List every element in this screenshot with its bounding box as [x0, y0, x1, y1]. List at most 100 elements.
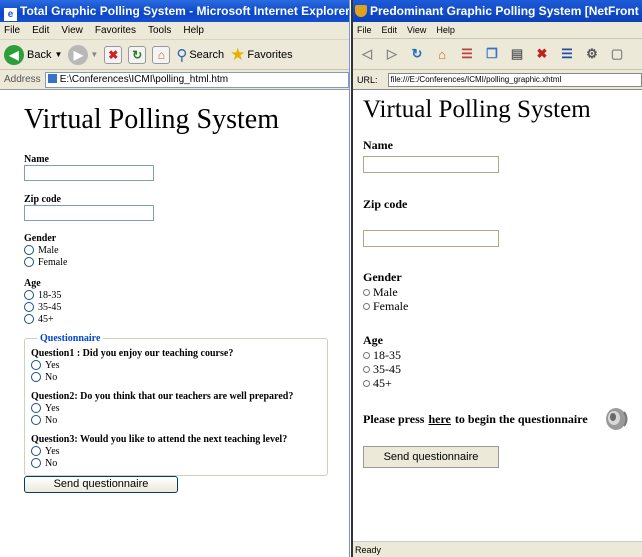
pages-icon[interactable]: ❐ [482, 44, 502, 64]
page-title: Virtual Polling System [363, 96, 591, 123]
option-label: No [45, 457, 58, 469]
age-18-35-radio[interactable]: 18-35 [24, 289, 349, 301]
gender-female-radio[interactable]: Female [363, 299, 642, 313]
netfront-logo-icon [355, 5, 367, 17]
home-icon: ⌂ [152, 45, 171, 64]
home-icon[interactable]: ⌂ [432, 44, 452, 64]
q3-yes-radio[interactable]: Yes [31, 445, 327, 457]
bookmarks-icon[interactable]: ☰ [457, 44, 477, 64]
q3-no-radio[interactable]: No [31, 457, 327, 469]
option-label: 18-35 [38, 289, 62, 301]
menu-tools[interactable]: Tools [148, 25, 171, 36]
menu-view[interactable]: View [61, 25, 83, 36]
send-questionnaire-button[interactable]: Send questionnaire [24, 476, 178, 493]
back-button[interactable]: ◀ Back ▼ [4, 44, 63, 65]
q2-yes-radio[interactable]: Yes [31, 402, 327, 414]
q1-no-radio[interactable]: No [31, 371, 327, 383]
forward-icon[interactable]: ▷ [382, 44, 402, 64]
url-input[interactable]: file:///E:/Conferences/ICMI/polling_grap… [387, 72, 642, 87]
settings-icon[interactable]: ⚙ [582, 44, 602, 64]
search-button[interactable]: ⚲ Search [176, 46, 224, 64]
menu-help[interactable]: Help [183, 25, 204, 36]
address-label: Address [4, 73, 41, 85]
question-3: Question3: Would you like to attend the … [31, 434, 288, 445]
search-label: Search [189, 48, 225, 61]
menu-file[interactable]: File [357, 25, 372, 35]
radio-icon [24, 314, 34, 324]
refresh-icon: ↻ [128, 45, 147, 64]
option-label: Male [38, 244, 59, 256]
back-arrow-icon: ◀ [4, 44, 24, 65]
document-icon[interactable]: ▤ [507, 44, 527, 64]
back-label: Back [27, 48, 52, 61]
age-45-plus-radio[interactable]: 45+ [363, 376, 642, 390]
back-icon[interactable]: ◁ [357, 44, 377, 64]
radio-icon [363, 302, 370, 310]
radio-icon [363, 379, 370, 387]
name-input[interactable] [24, 165, 154, 181]
netfront-page-content: Virtual Polling System Name Zip code Gen… [353, 90, 642, 541]
stop-button[interactable]: ✖ [104, 45, 123, 64]
radio-icon [24, 302, 34, 312]
gender-male-radio[interactable]: Male [363, 285, 642, 299]
zip-input[interactable] [363, 230, 499, 247]
cut-icon[interactable]: ✖ [532, 44, 552, 64]
name-label: Name [363, 138, 393, 152]
ie-window: e Total Graphic Polling System - Microsof… [0, 0, 350, 557]
refresh-button[interactable]: ↻ [128, 45, 147, 64]
forward-button[interactable]: ▶ ▼ [68, 44, 98, 65]
name-label: Name [24, 154, 49, 165]
gender-female-radio[interactable]: Female [24, 256, 349, 268]
chevron-down-icon: ▼ [54, 50, 63, 59]
questionnaire-link[interactable]: here [428, 412, 450, 427]
netfront-title-bar: Predominant Graphic Polling System [NetF… [353, 0, 642, 22]
lock-icon[interactable]: ▢ [607, 44, 627, 64]
age-35-45-radio[interactable]: 35-45 [24, 301, 349, 313]
refresh-icon[interactable]: ↻ [407, 44, 427, 64]
gender-label: Gender [363, 270, 402, 284]
speaker-icon[interactable] [602, 406, 630, 432]
age-35-45-radio[interactable]: 35-45 [363, 362, 642, 376]
list-icon[interactable]: ☰ [557, 44, 577, 64]
home-button[interactable]: ⌂ [152, 45, 171, 64]
menu-help[interactable]: Help [436, 25, 455, 35]
menu-edit[interactable]: Edit [382, 25, 398, 35]
star-icon: ★ [230, 44, 246, 64]
url-bar: URL: file:///E:/Conferences/ICMI/polling… [353, 70, 642, 90]
gender-male-radio[interactable]: Male [24, 244, 349, 256]
stop-icon: ✖ [104, 45, 123, 64]
address-input[interactable]: E:\Conferences\ICMI\polling_html.htm [44, 71, 349, 88]
netfront-menu-bar: File Edit View Help [353, 22, 642, 38]
radio-icon [24, 257, 34, 267]
option-label: Yes [45, 402, 60, 414]
age-18-35-radio[interactable]: 18-35 [363, 348, 642, 362]
prompt-text-before: Please press [363, 411, 425, 426]
name-input[interactable] [363, 156, 499, 173]
q2-no-radio[interactable]: No [31, 414, 327, 426]
option-label: Yes [45, 359, 60, 371]
radio-icon [31, 446, 41, 456]
ie-logo-icon: e [4, 8, 17, 21]
option-label: 45+ [38, 313, 54, 325]
radio-icon [31, 415, 41, 425]
page-icon [47, 73, 57, 83]
option-label: Female [373, 298, 409, 313]
zip-input[interactable] [24, 205, 154, 221]
menu-favorites[interactable]: Favorites [95, 25, 136, 36]
questionnaire-prompt: Please press here to begin the questionn… [363, 406, 642, 432]
option-label: 35-45 [38, 301, 62, 313]
age-45-plus-radio[interactable]: 45+ [24, 313, 349, 325]
questionnaire-group: Questionnaire Question1 : Did you enjoy … [24, 333, 328, 476]
radio-icon [31, 360, 41, 370]
q1-yes-radio[interactable]: Yes [31, 359, 327, 371]
menu-file[interactable]: File [4, 25, 20, 36]
favorites-button[interactable]: ★ Favorites [230, 45, 293, 65]
search-icon: ⚲ [176, 46, 188, 64]
question-2: Question2: Do you think that our teacher… [31, 391, 294, 402]
menu-view[interactable]: View [407, 25, 426, 35]
ie-title-bar: e Total Graphic Polling System - Microsof… [0, 0, 349, 22]
send-questionnaire-button[interactable]: Send questionnaire [363, 446, 499, 468]
menu-edit[interactable]: Edit [32, 25, 49, 36]
age-label: Age [363, 333, 383, 347]
option-label: 18-35 [373, 347, 401, 362]
